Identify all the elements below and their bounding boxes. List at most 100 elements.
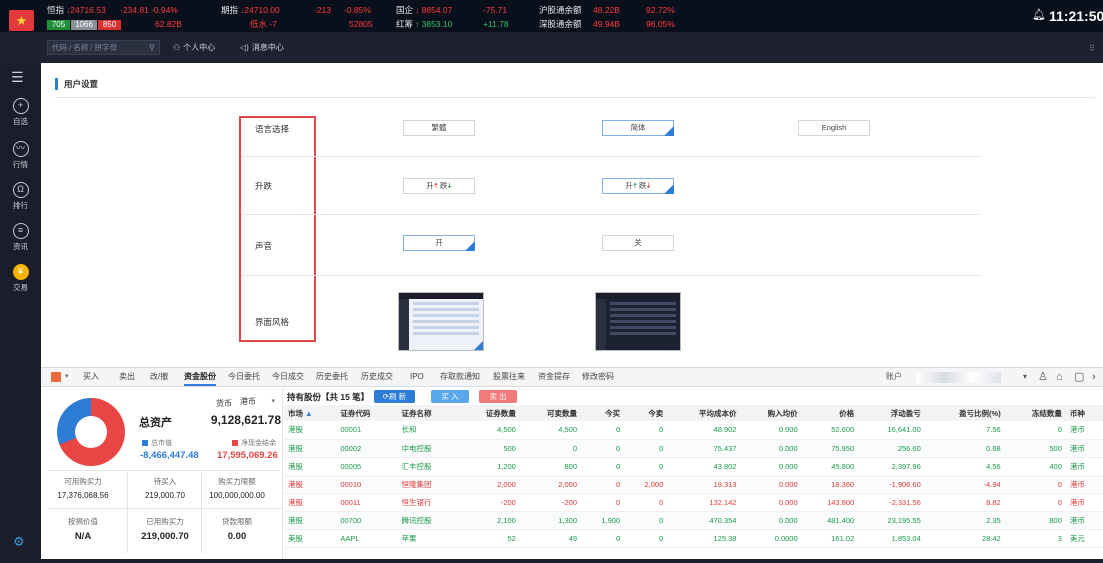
net-cash-value: 17,595,069.26 bbox=[217, 450, 278, 461]
stat-mortgage-value: 按揭价值 N/A bbox=[68, 517, 98, 542]
buy-button[interactable]: 买 入 bbox=[431, 390, 469, 403]
menu-icon[interactable]: ☰ bbox=[11, 70, 24, 84]
tab-personal-center[interactable]: ⚇ 个人中心 bbox=[173, 40, 215, 55]
sz-connect-label: 深股通余额 bbox=[539, 19, 582, 29]
lang-simplified-button[interactable]: 简体 bbox=[602, 120, 674, 136]
column-header[interactable]: 冻结数量 bbox=[1004, 405, 1066, 421]
table-row[interactable]: 港股 00011 恒生银行 -200 -200 0 0 132.142 0.000 143.800… bbox=[284, 493, 1103, 512]
cell-buy: 0 bbox=[581, 529, 625, 548]
tab-today-orders[interactable]: 今日委托 bbox=[228, 368, 260, 386]
cell-cur: 港币 bbox=[1065, 457, 1103, 476]
column-header[interactable]: 浮动盈亏 bbox=[858, 405, 925, 421]
cell-price: 52.600 bbox=[801, 421, 859, 440]
tab-history-orders[interactable]: 历史委托 bbox=[316, 368, 348, 386]
column-header[interactable]: 价格 bbox=[801, 405, 859, 421]
table-row[interactable]: 港股 00002 中电控股 500 0 0 0 75.437 0.000 75.950 256.60… bbox=[284, 439, 1103, 458]
lock-icon[interactable]: ⌂ bbox=[1056, 368, 1063, 386]
grid-icon[interactable]: ⠿ bbox=[1089, 44, 1095, 53]
cell-buy: 0 bbox=[581, 421, 625, 440]
updown-red-up-button[interactable]: 升🠅 跌🠇 bbox=[403, 178, 475, 194]
chevron-right-icon[interactable]: › bbox=[1092, 368, 1096, 386]
tab-sell[interactable]: 卖出 bbox=[119, 368, 135, 386]
cell-price: 45.800 bbox=[801, 457, 859, 476]
cell-code: 00011 bbox=[336, 493, 398, 512]
chevron-down-icon[interactable]: ▾ bbox=[1023, 368, 1027, 386]
tab-buy[interactable]: 买入 bbox=[83, 368, 99, 386]
table-row[interactable]: 港股 00005 汇丰控股 1,200 800 0 0 43.802 0.000 45.800 2,… bbox=[284, 457, 1103, 476]
tab-modify[interactable]: 改/撤 bbox=[150, 368, 168, 386]
cell-sellable: 800 bbox=[519, 457, 582, 476]
theme-light-preview[interactable] bbox=[398, 292, 484, 351]
trade-menu-icon[interactable] bbox=[51, 372, 61, 382]
table-row[interactable]: 港股 00001 长和 4,500 4,500 0 0 48.902 0.000 52.600 16… bbox=[284, 421, 1103, 440]
tab-stock-transfer[interactable]: 股票往来 bbox=[493, 368, 525, 386]
sidebar-item-quotes[interactable]: 〰 行情 bbox=[0, 141, 41, 170]
cell-bavg: 0.000 bbox=[740, 475, 802, 494]
sidebar-item-trade[interactable]: ¥ 交易 bbox=[0, 264, 41, 293]
cell-qty: -200 bbox=[458, 493, 520, 512]
tab-history-trades[interactable]: 历史成交 bbox=[361, 368, 393, 386]
cell-cur: 港币 bbox=[1065, 421, 1103, 440]
sort-up-icon[interactable]: ▲ bbox=[303, 409, 312, 418]
account-select[interactable] bbox=[916, 372, 1001, 383]
tab-message-center[interactable]: ◁) 消息中心 bbox=[240, 40, 284, 55]
tab-funds-holdings[interactable]: 资金股份 bbox=[184, 368, 216, 386]
currency-select[interactable]: 港币 ▾ bbox=[236, 396, 278, 409]
sell-button[interactable]: 卖 出 bbox=[479, 390, 517, 403]
tab-deposit-notice[interactable]: 存取款通知 bbox=[440, 368, 480, 386]
column-header[interactable]: 证券名称 bbox=[397, 405, 459, 421]
chevron-down-icon[interactable]: ▾ bbox=[65, 368, 69, 386]
column-header[interactable]: 平均成本价 bbox=[667, 405, 741, 421]
lang-english-button[interactable]: English bbox=[798, 120, 870, 136]
user-icon[interactable]: ♙ bbox=[1038, 368, 1048, 386]
cell-pnl: 1,853.04 bbox=[858, 529, 925, 548]
table-row[interactable]: 美股 AAPL 苹果 52 49 0 0 125.38 0.0000 161.02 1,853.04… bbox=[284, 529, 1103, 548]
sidebar-item-news[interactable]: ≡ 资讯 bbox=[0, 223, 41, 252]
search-icon[interactable]: ⚲ bbox=[149, 41, 155, 54]
cell-sellable: 2,000 bbox=[519, 475, 582, 494]
column-header[interactable]: 今买 bbox=[581, 405, 625, 421]
tab-fund-withdraw[interactable]: 资金提存 bbox=[538, 368, 570, 386]
window-icon[interactable]: ▢ bbox=[1074, 368, 1084, 386]
table-row[interactable]: 港股 00010 恒隆集团 2,000 2,000 0 2,000 19.313 0.000 18… bbox=[284, 475, 1103, 494]
table-row[interactable]: 港股 00700 腾讯控股 2,100 1,300 1,900 0 470.354 0.000 4… bbox=[284, 511, 1103, 530]
asset-donut-chart bbox=[57, 398, 125, 466]
tab-today-trades[interactable]: 今日成交 bbox=[272, 368, 304, 386]
market-value-legend: 总市值 bbox=[142, 438, 172, 448]
cell-qty: 500 bbox=[458, 439, 520, 458]
column-header[interactable]: 购入均价 bbox=[740, 405, 802, 421]
hsi-pct: -0.94% bbox=[151, 5, 178, 15]
cell-price: 481.400 bbox=[801, 511, 859, 530]
arrow-down-icon: 🠇 bbox=[646, 181, 651, 190]
cell-bavg: 0.0000 bbox=[740, 529, 802, 548]
hsi-down-count: 850 bbox=[98, 20, 121, 30]
sound-off-button[interactable]: 关 bbox=[602, 235, 674, 251]
tab-ipo[interactable]: IPO bbox=[410, 368, 424, 386]
column-header[interactable]: 可卖数量 bbox=[519, 405, 582, 421]
column-header[interactable]: 今卖 bbox=[624, 405, 668, 421]
column-header[interactable]: 市场 ▲ bbox=[284, 405, 337, 421]
cell-avg: 43.802 bbox=[667, 457, 741, 476]
column-header[interactable]: 币种 bbox=[1065, 405, 1103, 421]
column-header[interactable]: 盈亏比例(%) bbox=[924, 405, 1005, 421]
lang-traditional-button[interactable]: 繁體 bbox=[403, 120, 475, 136]
sidebar-item-watchlist[interactable]: + 自选 bbox=[0, 98, 41, 127]
sidebar-item-ranking[interactable]: Ω 排行 bbox=[0, 182, 41, 211]
gear-icon[interactable]: ⚙ bbox=[13, 534, 25, 550]
column-header[interactable]: 证券数量 bbox=[458, 405, 520, 421]
refresh-button[interactable]: ⟳刷 新 bbox=[374, 390, 415, 403]
trade-tabs: ▾ 买入 卖出 改/撤 资金股份 今日委托 今日成交 历史委托 历史成交 IPO… bbox=[41, 368, 1103, 387]
cell-market: 港股 bbox=[284, 439, 337, 458]
cell-buy: 0 bbox=[581, 475, 625, 494]
search-input[interactable]: 代码 / 名称 / 拼字母 ⚲ bbox=[47, 40, 160, 55]
updown-green-up-button[interactable]: 升🠅 跌🠇 bbox=[602, 178, 674, 194]
sound-on-button[interactable]: 开 bbox=[403, 235, 475, 251]
bell-icon[interactable]: 🔔︎ bbox=[1032, 9, 1046, 22]
tab-change-password[interactable]: 修改密码 bbox=[582, 368, 614, 386]
cell-pct: 4.56 bbox=[924, 457, 1005, 476]
cell-code: 00005 bbox=[336, 457, 398, 476]
column-header[interactable]: 证券代码 bbox=[336, 405, 398, 421]
star-logo-icon[interactable]: ★ bbox=[9, 10, 34, 31]
theme-dark-preview[interactable] bbox=[595, 292, 681, 351]
cell-bavg: 0.000 bbox=[740, 457, 802, 476]
